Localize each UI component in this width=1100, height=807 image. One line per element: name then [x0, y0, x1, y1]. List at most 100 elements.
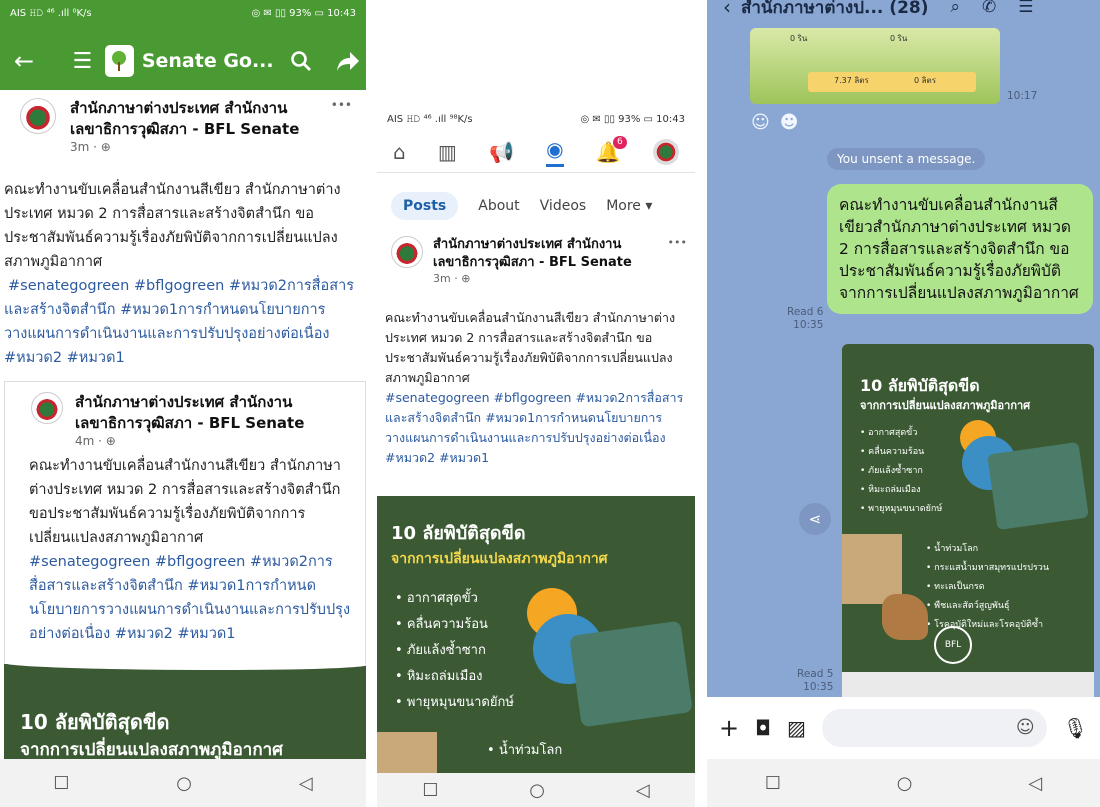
post-text: คณะทำงานขับเคลื่อนสำนักงานสีเขียว สำนักภ… — [4, 182, 341, 270]
status-left: AIS 𝙷𝙳 ⁴⁶ .ıll ⁹⁸K/s — [387, 113, 473, 125]
tab-more[interactable]: More ▾ — [606, 198, 652, 214]
bullet: • คลื่นความร้อน — [395, 617, 488, 632]
home-icon[interactable]: ⌂ — [393, 140, 406, 164]
group-logo-icon — [104, 45, 134, 77]
android-nav-bar: ☐ ○ ◁ — [377, 773, 695, 807]
menu-icon[interactable]: ☰ — [64, 49, 100, 74]
facebook-group-panel: AIS 𝙷𝙳 ⁴⁶ .ıll ⁰K/s ◎ ✉ ▯▯ 93% ▭ 10:43 ←… — [0, 0, 366, 807]
back-button[interactable]: ◁ — [1028, 773, 1042, 794]
shared-avatar[interactable] — [31, 392, 63, 424]
top-nav-icons: ⌂ ▥ 📢 ◉ 🔔 6 — [377, 132, 695, 173]
shared-post-card[interactable]: สำนักภาษาต่างประเทศ สำนักงาน เลขาธิการวุ… — [4, 381, 366, 672]
chat-title: สำนักภาษาต่างป... (28) — [741, 0, 929, 18]
share-icon[interactable] — [330, 50, 366, 72]
desert-illustration — [377, 732, 437, 774]
post-menu-icon[interactable]: ••• — [668, 236, 687, 249]
recents-button[interactable]: ☐ — [765, 773, 781, 794]
bullet: • ทะเลเป็นกรด — [926, 582, 985, 592]
post-hashtags[interactable]: #senategogreen #bflgogreen #หมวด2การสื่อ… — [385, 390, 683, 465]
avatar[interactable] — [20, 98, 56, 134]
call-icon[interactable]: ✆ — [982, 0, 996, 17]
post-image[interactable]: 10 ลัยพิบัติสุดขีด จากการเปลี่ยนแปลงสภาพ… — [4, 664, 366, 759]
bullet: • ภัยแล้งซ้ำซาก — [395, 643, 486, 658]
my-message-bubble[interactable]: คณะทำงานขับเคลื่อนสำนักงานสีเขียวสำนักภา… — [827, 184, 1093, 314]
post-body: คณะทำงานขับเคลื่อนสำนักงานสีเขียว สำนักภ… — [4, 178, 358, 370]
add-icon[interactable]: + — [719, 714, 739, 742]
post-hashtags[interactable]: #senategogreen #bflgogreen #หมวด2การสื่อ… — [4, 278, 354, 366]
page-avatar-icon[interactable] — [652, 139, 679, 165]
bullet: • น้ำท่วมโลก — [487, 743, 563, 758]
status-right: ◎ ✉ ▯▯ 93% ▭ 10:43 — [580, 113, 686, 125]
status-right: ◎ ✉ ▯▯ 93% ▭ 10:43 — [251, 7, 357, 19]
emoji-reaction-icon[interactable]: ☺ — [751, 112, 770, 133]
tab-posts[interactable]: Posts — [391, 192, 459, 220]
post-author[interactable]: สำนักภาษาต่างประเทศ สำนักงาน เลขาธิการวุ… — [70, 98, 323, 140]
home-button[interactable]: ○ — [176, 773, 192, 794]
shared-hashtags[interactable]: #senategogreen #bflgogreen #หมวด2การสื่อ… — [29, 554, 350, 642]
back-arrow-icon[interactable]: ← — [4, 47, 44, 75]
message-input[interactable]: ☺ — [821, 709, 1047, 747]
notifications-icon[interactable]: 🔔 6 — [596, 136, 627, 164]
bullet: • หิมะถล่มเมือง — [395, 669, 483, 684]
recents-button[interactable]: ☐ — [422, 780, 438, 801]
tab-videos[interactable]: Videos — [540, 198, 587, 214]
post-menu-icon[interactable]: ••• — [331, 98, 352, 112]
poster-bullet-list-2: • น้ำท่วมโลก • กระแสน้ำมหาสมุทรแปรปรวน •… — [926, 540, 1049, 635]
back-button[interactable]: ◁ — [299, 773, 313, 794]
bullet: • พายุหมุนขนาดยักษ์ — [395, 695, 514, 710]
bullet: • น้ำท่วมโลก — [926, 544, 979, 554]
back-button[interactable]: ◁ — [636, 780, 650, 801]
avatar[interactable] — [391, 236, 423, 268]
search-icon[interactable]: ⌕ — [951, 0, 961, 17]
shared-author[interactable]: สำนักภาษาต่างประเทศ สำนักงาน เลขาธิการวุ… — [75, 392, 365, 434]
image-subtitle: จากการเปลี่ยนแปลงสภาพภูมิอากาศ — [391, 551, 608, 567]
home-button[interactable]: ○ — [529, 780, 545, 801]
image-bullet-list: • อากาศสุดขั้ว • คลื่นความร้อน • ภัยแล้ง… — [395, 586, 514, 716]
tab-about[interactable]: About — [478, 198, 519, 214]
search-icon[interactable] — [285, 50, 318, 72]
deer-illustration — [882, 594, 928, 640]
back-chevron-icon[interactable]: ‹ — [723, 0, 731, 19]
chat-composer: + ◘ ▨ ☺ 🎙 — [707, 697, 1100, 759]
bullet: • ภัยแล้งซ้ำซาก — [860, 466, 923, 476]
poster-bullet-list: • อากาศสุดขั้ว • คลื่นความร้อน • ภัยแล้ง… — [860, 424, 942, 519]
dashboard-icon[interactable]: ▥ — [438, 140, 457, 164]
unsent-notice: You unsent a message. — [827, 148, 986, 170]
status-bar: AIS 𝙷𝙳 ⁴⁶ .ıll ⁹⁸K/s ◎ ✉ ▯▯ 93% ▭ 10:43 — [377, 106, 695, 132]
poster-image[interactable]: 10 ลัยพิบัติสุดขีด จากการเปลี่ยนแปลงสภาพ… — [842, 344, 1094, 704]
image-title: 10 ลัยพิบัติสุดขีด — [391, 523, 526, 544]
post-time: 3m · ⊕ — [433, 272, 471, 285]
shared-text: คณะทำงานขับเคลื่อนสำนักงานสีเขียว สำนักภ… — [29, 458, 341, 546]
shared-time: 4m · ⊕ — [75, 434, 116, 448]
bullet: • พายุหมุนขนาดยักษ์ — [860, 504, 943, 514]
microphone-icon[interactable]: 🎙 — [1063, 716, 1088, 740]
line-chat-panel: ‹ สำนักภาษาต่างป... (28) ⌕ ✆ ☰ 0 ริน 0 ร… — [707, 0, 1100, 807]
post-image[interactable]: 10 ลัยพิบัติสุดขีด จากการเปลี่ยนแปลงสภาพ… — [377, 496, 695, 774]
bullet: • พืชและสัตว์สูญพันธุ์ — [926, 601, 1010, 611]
gallery-icon[interactable]: ▨ — [787, 716, 806, 740]
home-button[interactable]: ○ — [897, 773, 913, 794]
megaphone-icon[interactable]: 📢 — [489, 140, 514, 164]
post-text: คณะทำงานขับเคลื่อนสำนักงานสีเขียว สำนักภ… — [385, 310, 676, 385]
android-nav-bar: ☐ ○ ◁ — [0, 759, 366, 807]
recents-button[interactable]: ☐ — [53, 773, 69, 794]
post: สำนักภาษาต่างประเทศ สำนักงาน เลขาธิการวุ… — [20, 98, 352, 154]
image-subtitle: จากการเปลี่ยนแปลงสภาพภูมิอากาศ — [20, 740, 283, 759]
group-header: AIS 𝙷𝙳 ⁴⁶ .ıll ⁰K/s ◎ ✉ ▯▯ 93% ▭ 10:43 ←… — [0, 0, 366, 90]
sticker-reaction-icon[interactable]: ☻ — [780, 112, 799, 133]
camera-icon[interactable]: ◘ — [755, 716, 771, 740]
message-text: คณะทำงานขับเคลื่อนสำนักงานสีเขียวสำนักภา… — [839, 196, 1079, 302]
menu-icon[interactable]: ☰ — [1018, 0, 1033, 17]
profile-icon[interactable]: ◉ — [546, 137, 564, 167]
emoji-icon[interactable]: ☺ — [1016, 717, 1035, 738]
status-left: AIS 𝙷𝙳 ⁴⁶ .ıll ⁰K/s — [10, 7, 92, 19]
share-image-button[interactable]: ⋖ — [799, 503, 831, 535]
notification-badge: 6 — [613, 136, 627, 149]
rice-field-image[interactable]: 0 ริน 0 ริน 7.37 ลิตร 0 ลิตร — [750, 28, 1000, 104]
page-tabs: Posts About Videos More ▾ — [377, 183, 695, 229]
post-author[interactable]: สำนักภาษาต่างประเทศ สำนักงาน เลขาธิการวุ… — [433, 236, 660, 272]
read-receipt: Read 6 10:35 — [787, 306, 824, 331]
post-body: คณะทำงานขับเคลื่อนสำนักงานสีเขียว สำนักภ… — [385, 308, 689, 468]
post-time: 3m · ⊕ — [70, 140, 111, 154]
message-time: 10:17 — [1007, 90, 1038, 102]
